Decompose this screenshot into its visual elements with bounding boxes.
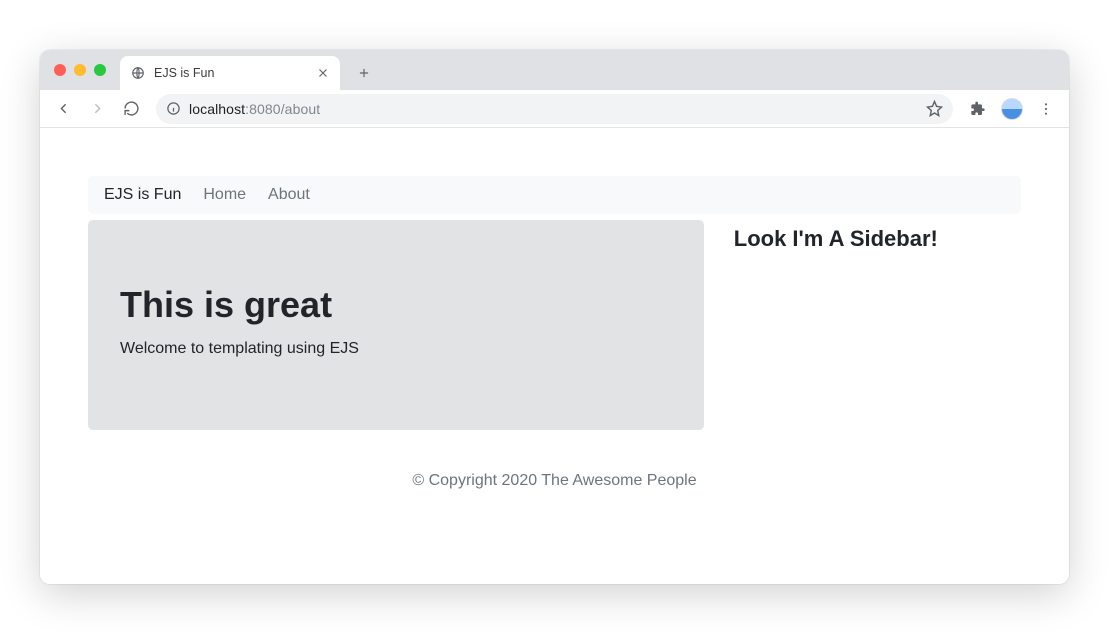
reload-button[interactable] [116,94,146,124]
sidebar: Look I'm A Sidebar! [734,220,1021,430]
page-navbar: EJS is Fun Home About [88,176,1021,214]
tab-strip: EJS is Fun [40,50,1069,90]
sidebar-heading: Look I'm A Sidebar! [734,226,1021,252]
browser-window: EJS is Fun [40,50,1069,584]
page-row: This is great Welcome to templating usin… [88,220,1021,430]
nav-link-about[interactable]: About [268,186,310,204]
window-minimize-button[interactable] [74,64,86,76]
close-icon[interactable] [316,66,330,80]
navbar-brand[interactable]: EJS is Fun [104,186,181,204]
extensions-icon[interactable] [963,94,993,124]
browser-toolbar: localhost:8080/about [40,90,1069,128]
site-info-icon[interactable] [166,101,181,116]
profile-avatar[interactable] [1001,98,1023,120]
page-footer: © Copyright 2020 The Awesome People [88,472,1021,490]
window-controls [54,64,106,76]
address-bar[interactable]: localhost:8080/about [156,94,953,124]
nav-link-home[interactable]: Home [203,186,246,204]
browser-tab[interactable]: EJS is Fun [120,56,340,90]
url-host: localhost [189,101,245,117]
kebab-menu-icon[interactable] [1031,94,1061,124]
globe-icon [130,65,146,81]
url-path: :8080/about [245,101,320,117]
bookmark-star-icon[interactable] [926,100,943,117]
window-close-button[interactable] [54,64,66,76]
forward-button[interactable] [82,94,112,124]
jumbotron: This is great Welcome to templating usin… [88,220,704,430]
tabs: EJS is Fun [120,50,378,90]
back-button[interactable] [48,94,78,124]
jumbotron-text: Welcome to templating using EJS [120,340,672,358]
new-tab-button[interactable] [350,59,378,87]
jumbotron-heading: This is great [120,284,672,326]
page-viewport: EJS is Fun Home About This is great Welc… [40,128,1069,584]
url-text: localhost:8080/about [189,101,918,117]
window-maximize-button[interactable] [94,64,106,76]
tab-title: EJS is Fun [154,66,308,80]
